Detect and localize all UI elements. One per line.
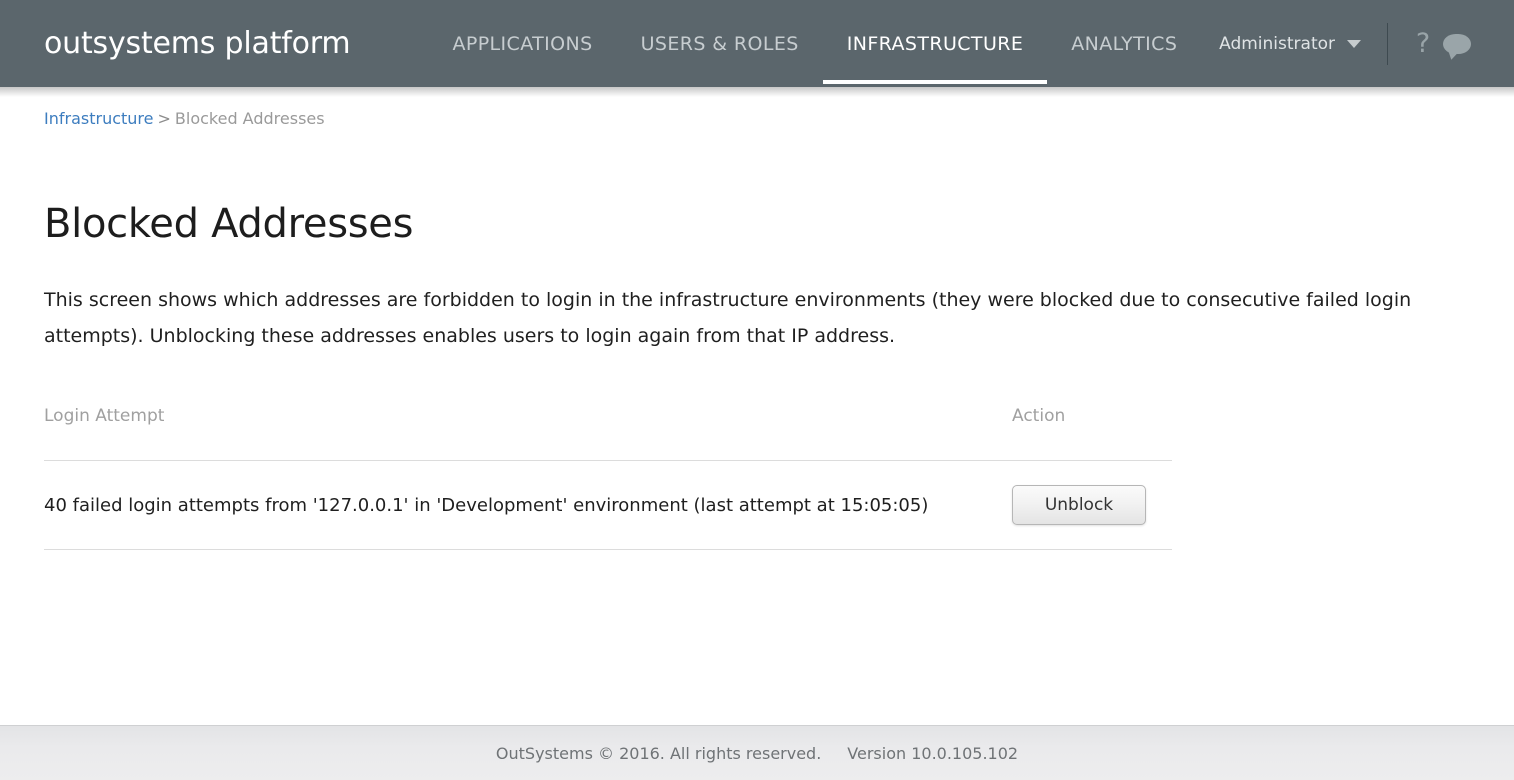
brand-logo[interactable]: outsystems platform <box>44 29 350 59</box>
feedback-bubble-shape <box>1443 34 1471 54</box>
blocked-addresses-table-wrapper: Login Attempt Action 40 failed login att… <box>44 406 1172 550</box>
nav-item-applications[interactable]: APPLICATIONS <box>428 0 616 87</box>
breadcrumb-current: Blocked Addresses <box>175 109 325 128</box>
page-description: This screen shows which addresses are fo… <box>44 282 1464 354</box>
nav-item-analytics[interactable]: ANALYTICS <box>1047 0 1201 87</box>
table-header-row: Login Attempt Action <box>44 406 1172 461</box>
footer-version: Version 10.0.105.102 <box>847 744 1018 763</box>
help-icon-glyph: ? <box>1416 30 1430 57</box>
breadcrumb-link-infrastructure[interactable]: Infrastructure <box>44 109 153 128</box>
main-content: Blocked Addresses This screen shows whic… <box>0 202 1514 550</box>
nav-item-infrastructure[interactable]: INFRASTRUCTURE <box>823 0 1048 87</box>
cell-action: Unblock <box>998 461 1172 550</box>
page-title: Blocked Addresses <box>44 202 1470 246</box>
user-menu[interactable]: Administrator <box>1219 34 1377 54</box>
column-header-login-attempt: Login Attempt <box>44 406 998 461</box>
column-header-action: Action <box>998 406 1172 461</box>
cell-login-attempt: 40 failed login attempts from '127.0.0.1… <box>44 461 998 550</box>
main-navigation: APPLICATIONS USERS & ROLES INFRASTRUCTUR… <box>428 0 1201 87</box>
page-footer: OutSystems © 2016. All rights reserved. … <box>0 725 1514 780</box>
table-row: 40 failed login attempts from '127.0.0.1… <box>44 461 1172 550</box>
unblock-button[interactable]: Unblock <box>1012 485 1146 525</box>
feedback-bubble-icon[interactable] <box>1440 27 1474 61</box>
breadcrumb: Infrastructure> Blocked Addresses <box>0 87 1514 128</box>
table-header: Login Attempt Action <box>44 406 1172 461</box>
chevron-down-icon <box>1347 40 1361 48</box>
user-menu-label: Administrator <box>1219 34 1335 54</box>
nav-item-users-roles[interactable]: USERS & ROLES <box>617 0 823 87</box>
breadcrumb-separator: > <box>157 109 170 128</box>
help-icon[interactable]: ? <box>1406 27 1440 61</box>
table-body: 40 failed login attempts from '127.0.0.1… <box>44 461 1172 550</box>
top-navigation-bar: outsystems platform APPLICATIONS USERS &… <box>0 0 1514 87</box>
blocked-addresses-table: Login Attempt Action 40 failed login att… <box>44 406 1172 550</box>
header-divider <box>1387 23 1388 65</box>
footer-copyright: OutSystems © 2016. All rights reserved. <box>496 744 821 763</box>
header-right-cluster: Administrator ? <box>1219 0 1514 87</box>
